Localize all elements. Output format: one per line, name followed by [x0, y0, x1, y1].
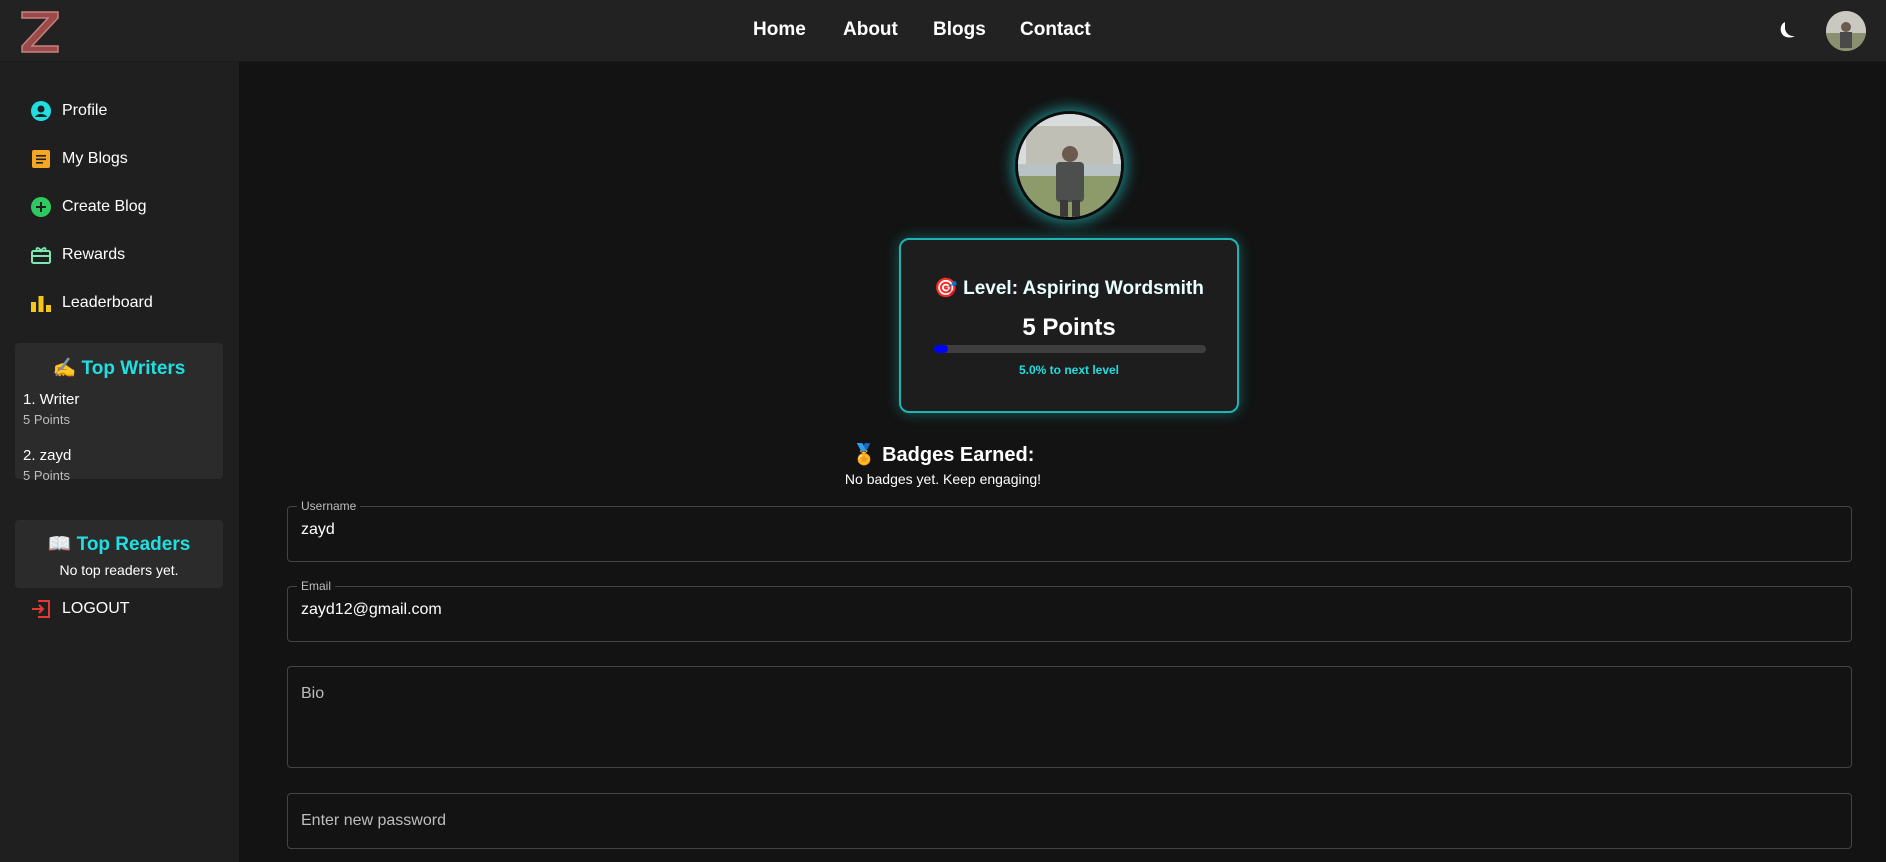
sidebar-item-label: Create Blog: [62, 198, 147, 215]
email-field[interactable]: Email: [287, 579, 1852, 642]
theme-toggle-moon-icon[interactable]: [1774, 19, 1798, 43]
sidebar-item-label: My Blogs: [62, 150, 128, 167]
level-progress-fill: [934, 345, 948, 353]
bio-placeholder[interactable]: Bio: [301, 685, 1831, 703]
sidebar-item-label: Rewards: [62, 246, 126, 263]
password-placeholder[interactable]: Enter new password: [301, 812, 1831, 830]
top-readers-card: 📖 Top Readers No top readers yet.: [15, 520, 223, 588]
level-progress-bar: [934, 345, 1206, 353]
profile-photo-icon: [1018, 114, 1121, 217]
sidebar-item-rewards[interactable]: Rewards: [30, 240, 220, 270]
sidebar-item-label: Leaderboard: [62, 294, 153, 311]
sidebar-item-label: Profile: [62, 102, 108, 119]
sidebar-item-my-blogs[interactable]: My Blogs: [30, 144, 220, 174]
progress-text: 5.0% to next level: [1018, 363, 1120, 377]
nav-about-link[interactable]: About: [843, 19, 898, 41]
level-title: 🎯 Level: Aspiring Wordsmith: [934, 278, 1204, 299]
writer-points: 5 Points: [23, 412, 70, 427]
top-readers-empty: No top readers yet.: [59, 562, 179, 578]
badges-title: 🏅 Badges Earned:: [851, 444, 1035, 466]
email-input[interactable]: [301, 601, 1831, 619]
badges-empty-text: No badges yet. Keep engaging!: [844, 471, 1042, 487]
writer-entry: 1. Writer 5 Points: [23, 391, 79, 427]
points-value: 5 Points: [1022, 314, 1116, 341]
bio-field[interactable]: Bio: [287, 666, 1852, 768]
logout-button[interactable]: LOGOUT: [30, 594, 220, 624]
top-navbar: Home About Blogs Contact: [0, 0, 1886, 62]
sidebar-item-profile[interactable]: Profile: [30, 96, 220, 126]
article-icon: [30, 148, 52, 170]
logo-z-icon[interactable]: [18, 6, 62, 54]
nav-blogs-link[interactable]: Blogs: [933, 19, 986, 41]
account-circle-icon: [30, 100, 52, 122]
username-field[interactable]: Username: [287, 499, 1852, 562]
email-label: Email: [297, 579, 336, 593]
nav-home-link[interactable]: Home: [753, 19, 806, 41]
sidebar-item-create-blog[interactable]: Create Blog: [30, 192, 220, 222]
nav-contact-link[interactable]: Contact: [1020, 19, 1091, 41]
level-card: 🎯 Level: Aspiring Wordsmith 5 Points 5.0…: [899, 238, 1239, 413]
username-label: Username: [297, 499, 361, 513]
top-readers-title: 📖 Top Readers: [47, 534, 191, 555]
top-writers-title: ✍️ Top Writers: [52, 358, 186, 379]
redeem-icon: [30, 244, 52, 266]
sidebar-item-leaderboard[interactable]: Leaderboard: [30, 288, 220, 318]
profile-picture[interactable]: [1015, 111, 1124, 220]
username-input[interactable]: [301, 521, 1831, 539]
user-avatar[interactable]: [1826, 11, 1866, 51]
add-circle-icon: [30, 196, 52, 218]
password-field[interactable]: Enter new password: [287, 793, 1852, 849]
leaderboard-icon: [30, 292, 52, 314]
writer-name: 1. Writer: [23, 391, 80, 408]
avatar-photo-icon: [1826, 11, 1866, 51]
logout-label: LOGOUT: [62, 600, 130, 617]
logout-icon: [30, 598, 52, 620]
